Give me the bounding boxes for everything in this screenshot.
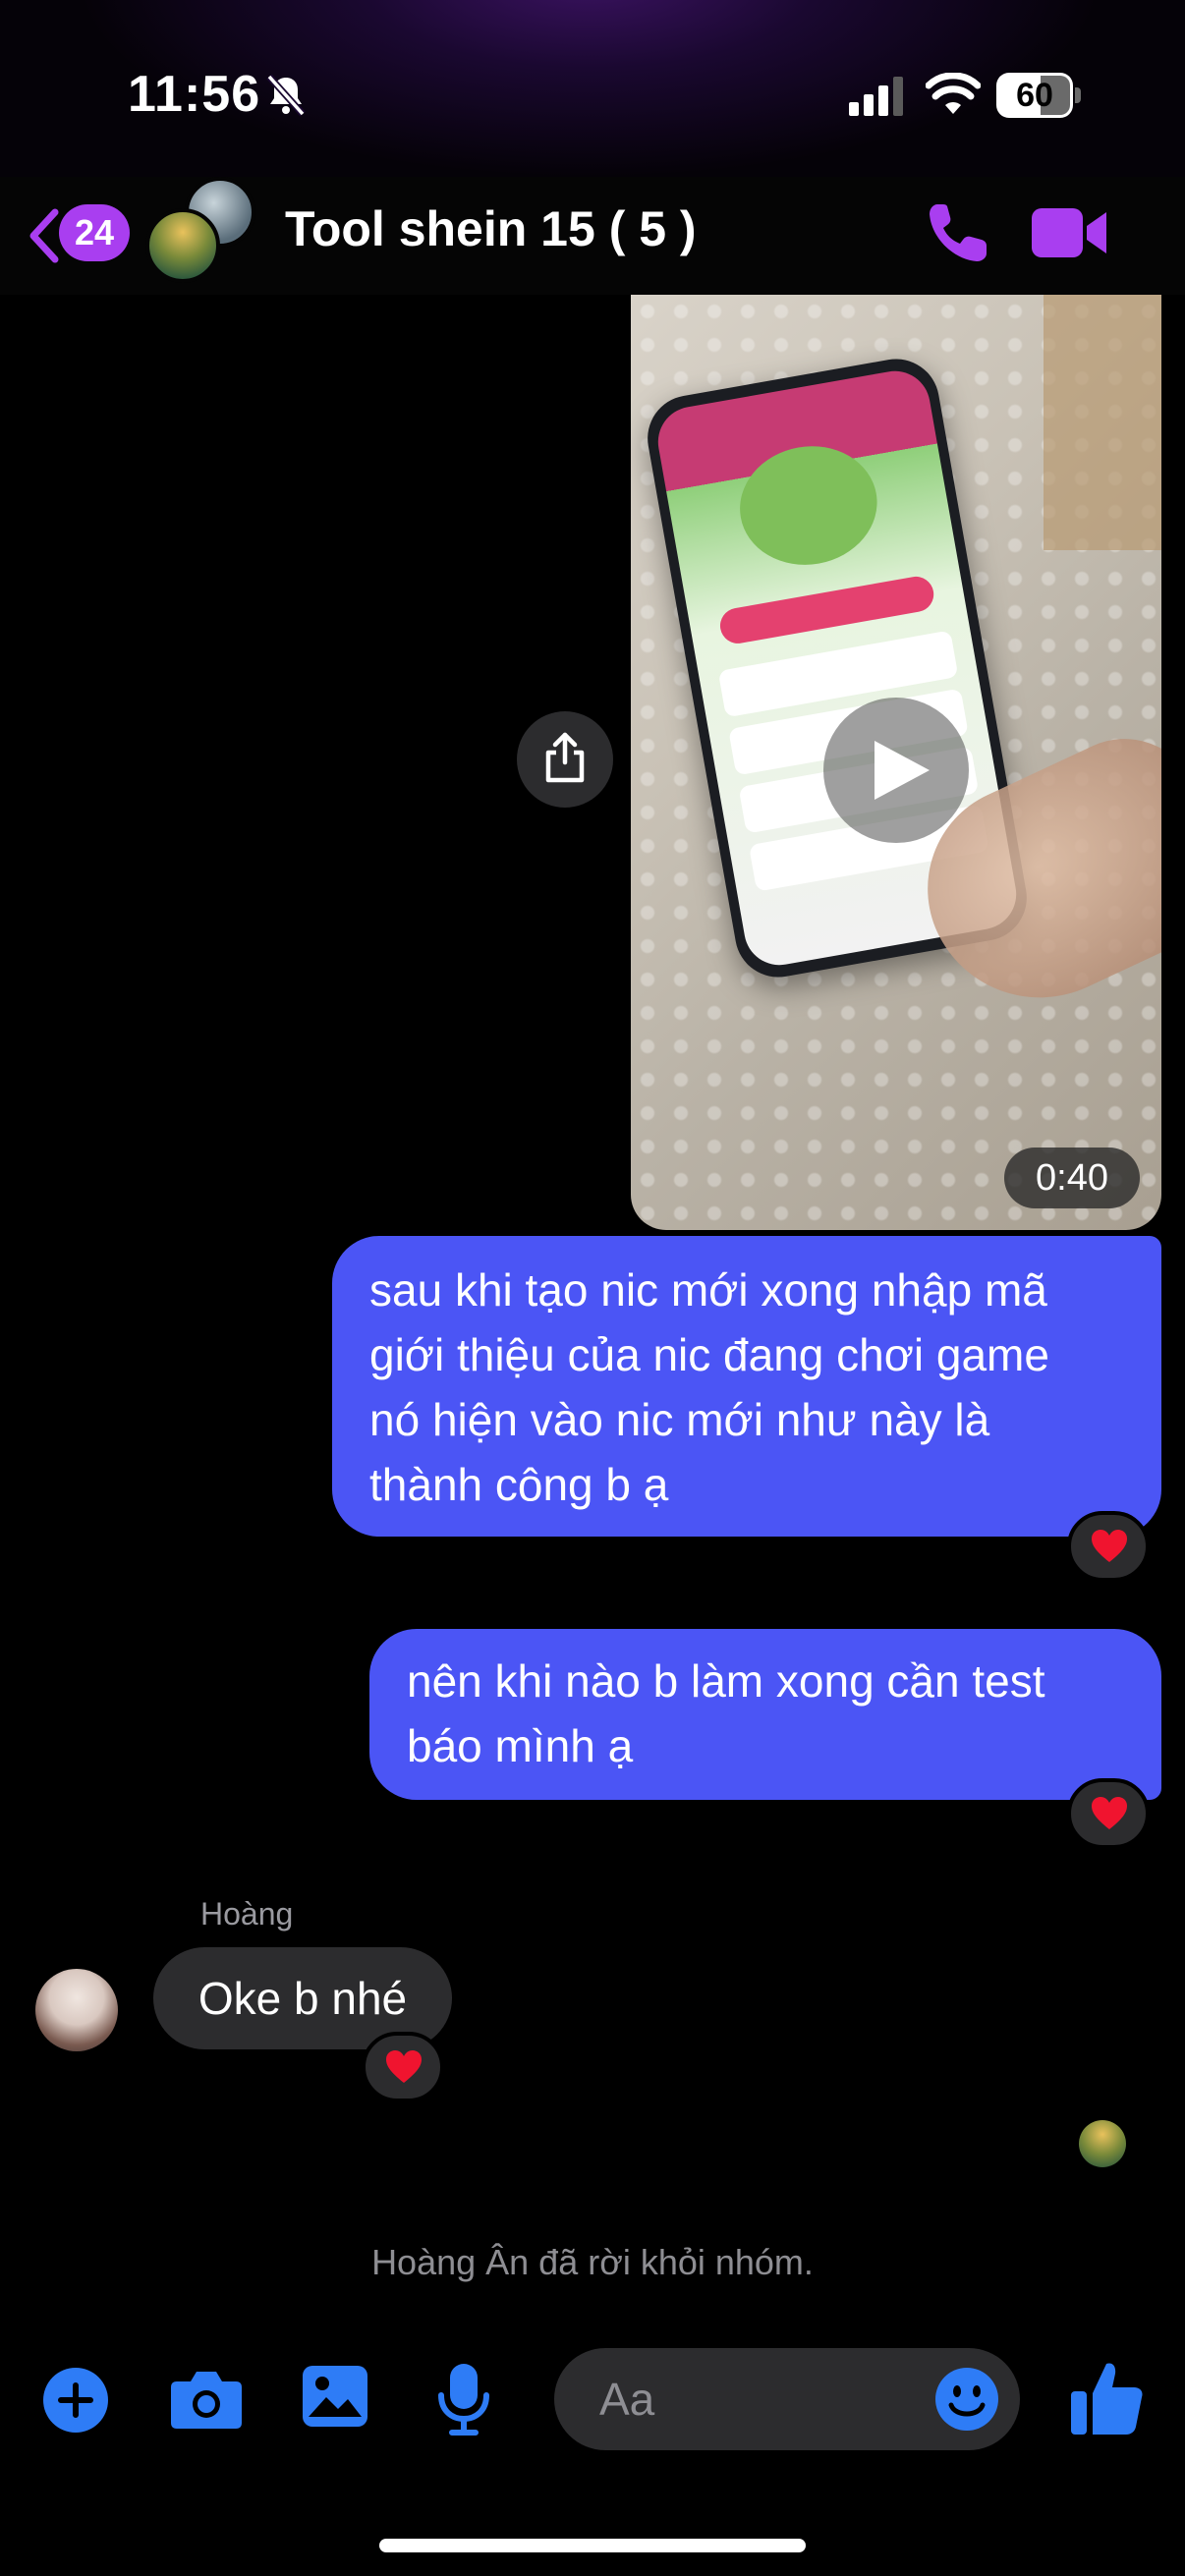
play-button[interactable] — [823, 698, 969, 843]
status-time: 11:56 — [128, 66, 261, 123]
heart-icon — [1092, 1797, 1127, 1829]
message-line: báo mình ạ — [407, 1720, 634, 1771]
play-icon — [875, 741, 930, 800]
message-input[interactable] — [599, 2348, 914, 2450]
gallery-icon[interactable] — [301, 2364, 369, 2429]
seen-receipt-avatar — [1079, 2120, 1126, 2167]
system-message: Hoàng Ân đã rời khỏi nhóm. — [371, 2242, 814, 2282]
chevron-left-icon[interactable] — [24, 206, 63, 265]
plus-icon[interactable] — [41, 2366, 110, 2435]
avatar[interactable] — [35, 1969, 118, 2051]
message-line: nó hiện vào nic mới như này là — [369, 1394, 990, 1445]
heart-icon — [386, 2050, 422, 2083]
thumbs-up-icon[interactable] — [1069, 2358, 1144, 2436]
phone-icon[interactable] — [924, 198, 992, 267]
outgoing-message[interactable]: sau khi tạo nic mới xong nhập mã giới th… — [332, 1236, 1161, 1537]
battery-icon: 60 — [996, 73, 1081, 118]
reaction-badge[interactable] — [1067, 1778, 1150, 1849]
message-line: thành công b ạ — [369, 1459, 669, 1510]
video-duration: 0:40 — [1004, 1148, 1140, 1208]
wifi-icon — [926, 73, 981, 114]
cellular-signal-icon — [849, 77, 903, 116]
microphone-icon[interactable] — [436, 2362, 491, 2436]
message-line: sau khi tạo nic mới xong nhập mã — [369, 1264, 1047, 1316]
unread-count-badge[interactable]: 24 — [59, 204, 130, 261]
message-line: nên khi nào b làm xong cần test — [407, 1655, 1045, 1707]
desk-background — [1044, 295, 1161, 550]
chat-title[interactable]: Tool shein 15 ( 5 ) — [285, 200, 697, 257]
chat-header: 24 Tool shein 15 ( 5 ) — [0, 177, 1185, 295]
outgoing-message[interactable]: nên khi nào b làm xong cần test báo mình… — [369, 1629, 1161, 1800]
heart-icon — [1092, 1530, 1127, 1562]
battery-level: 60 — [1016, 77, 1053, 114]
message-field[interactable] — [554, 2348, 1020, 2450]
share-button[interactable] — [517, 711, 613, 808]
share-icon — [545, 732, 585, 783]
reaction-badge[interactable] — [1067, 1511, 1150, 1582]
home-indicator[interactable] — [379, 2539, 806, 2552]
status-bar: 11:56 60 — [0, 0, 1185, 177]
camera-icon[interactable] — [169, 2368, 244, 2431]
emoji-icon[interactable] — [933, 2366, 1000, 2433]
sender-name: Hoàng — [200, 1896, 294, 1932]
bell-slash-icon — [266, 74, 306, 117]
message-line: giới thiệu của nic đang chơi game — [369, 1329, 1049, 1380]
reaction-badge[interactable] — [362, 2032, 444, 2102]
video-camera-icon[interactable] — [1030, 202, 1110, 263]
group-avatar-primary[interactable] — [145, 208, 220, 283]
